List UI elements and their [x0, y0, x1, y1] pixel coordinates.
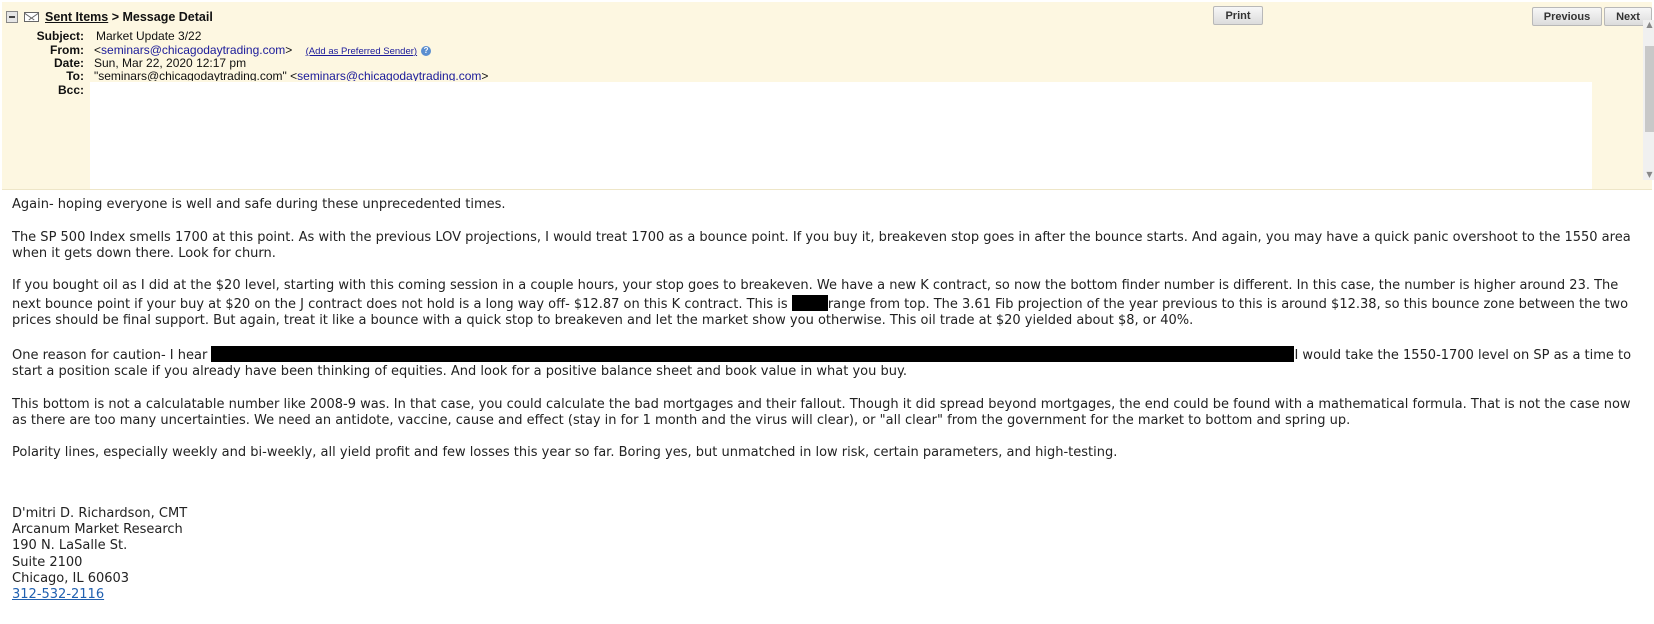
scroll-up-icon[interactable]: ▲: [1643, 20, 1654, 30]
from-email-link[interactable]: seminars@chicagodaytrading.com: [101, 43, 285, 57]
date-value: Sun, Mar 22, 2020 12:17 pm: [94, 56, 247, 70]
signature-company: Arcanum Market Research: [12, 522, 183, 538]
body-paragraph-1: Again- hoping everyone is well and safe …: [12, 197, 506, 212]
breadcrumb: Sent Items > Message Detail: [45, 10, 213, 24]
to-value: "seminars@chicagodaytrading.com" <semina…: [94, 69, 488, 81]
bcc-label: Bcc:: [57, 83, 84, 97]
scroll-down-icon[interactable]: ▼: [1643, 170, 1654, 180]
signature-phone-link[interactable]: 312-532-2116: [12, 587, 104, 602]
body-paragraph-5: This bottom is not a calculatable number…: [12, 396, 1631, 428]
scroll-thumb[interactable]: [1645, 46, 1654, 132]
from-open-bracket: <: [94, 43, 102, 57]
signature-city: Chicago, IL 60603: [12, 570, 130, 586]
collapse-icon[interactable]: [6, 11, 18, 23]
body-paragraph-6: Polarity lines, especially weekly and bi…: [12, 445, 1118, 461]
body-paragraph-4-start: One reason for caution- I hear: [12, 347, 212, 363]
signature-block: D'mitri D. Richardson, CMT Arcanum Marke…: [12, 506, 187, 603]
from-value: <seminars@chicagodaytrading.com> (Add as…: [94, 43, 432, 57]
breadcrumb-sent-items-link[interactable]: Sent Items: [45, 10, 108, 24]
signature-street: 190 N. LaSalle St.: [12, 538, 128, 554]
breadcrumb-current: Message Detail: [122, 10, 213, 24]
message-header-panel: Sent Items > Message Detail Print Previo…: [2, 2, 1654, 190]
body-paragraph-3: If you bought oil as I did at the $20 le…: [12, 278, 1640, 329]
to-close-bracket: >: [481, 69, 489, 81]
subject-value: Market Update 3/22: [96, 29, 202, 43]
title-row: Sent Items > Message Detail: [6, 9, 213, 25]
redaction-block: [791, 294, 828, 311]
subject-label: Subject:: [36, 29, 84, 43]
envelope-icon: [24, 12, 39, 22]
add-preferred-sender-link[interactable]: (Add as Preferred Sender): [306, 46, 417, 57]
help-icon[interactable]: ?: [421, 45, 432, 56]
redaction-block-long: [211, 345, 1295, 362]
header-scrollbar[interactable]: ▲ ▼: [1643, 20, 1654, 180]
date-label: Date:: [53, 56, 84, 70]
to-name: "seminars@chicagodaytrading.com" <: [94, 69, 298, 81]
previous-button[interactable]: Previous: [1532, 7, 1602, 26]
message-body: Again- hoping everyone is well and safe …: [12, 197, 1640, 478]
to-email-link[interactable]: seminars@chicagodaytrading.com: [297, 69, 481, 81]
to-label: To:: [66, 69, 84, 83]
breadcrumb-separator: >: [108, 10, 123, 24]
body-paragraph-4: One reason for caution- I hear I would t…: [12, 345, 1640, 381]
bcc-field: [90, 82, 1592, 189]
signature-suite: Suite 2100: [12, 554, 83, 570]
print-button[interactable]: Print: [1213, 6, 1263, 25]
from-close-bracket: >: [285, 43, 293, 57]
body-paragraph-2: The SP 500 Index smells 1700 at this poi…: [12, 229, 1631, 261]
signature-name: D'mitri D. Richardson, CMT: [12, 506, 188, 521]
from-label: From:: [50, 43, 84, 57]
